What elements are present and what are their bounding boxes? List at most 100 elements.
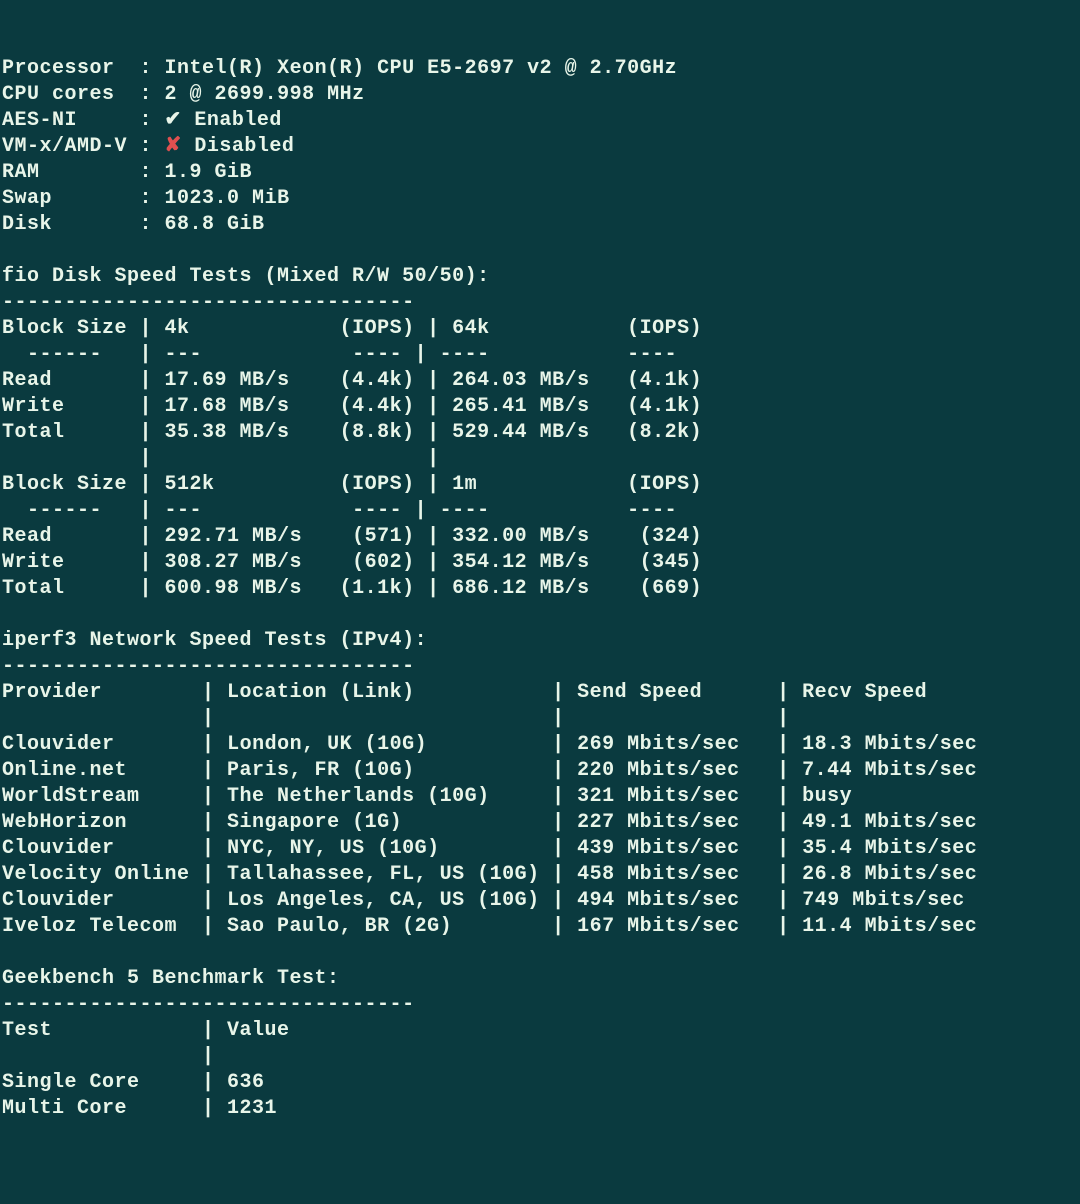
terminal-output: Processor : Intel(R) Xeon(R) CPU E5-2697… [2,56,1078,1122]
fio-hdr-iops3: (IOPS) [340,473,415,496]
fio-read-512k: 292.71 MB/s [165,525,303,548]
iperf-recv: 49.1 Mbits/sec [802,811,977,834]
cores-label: CPU cores [2,83,115,106]
geekbench-dashes: --------------------------------- [2,993,415,1016]
geekbench-title: Geekbench 5 Benchmark Test: [2,967,340,990]
aesni-value: Enabled [194,109,282,132]
fio-total-64k: 529.44 MB/s [452,421,590,444]
fio-write-label2: Write [2,551,65,574]
aesni-label: AES-NI [2,109,77,132]
check-icon: ✔ [165,109,182,132]
iperf-provider: WorldStream [2,785,140,808]
fio-write-label: Write [2,395,65,418]
iperf-dashes: --------------------------------- [2,655,415,678]
fio-total-64k-iops: (8.2k) [627,421,702,444]
iperf-provider: Iveloz Telecom [2,915,177,938]
fio-write-4k-iops: (4.4k) [340,395,415,418]
iperf-location: The Netherlands (10G) [227,785,490,808]
fio-total-label: Total [2,421,65,444]
iperf-hdr-provider: Provider [2,681,102,704]
disk-label: Disk [2,213,52,236]
iperf-send: 458 Mbits/sec [577,863,740,886]
vmx-value: Disabled [194,135,294,158]
swap-label: Swap [2,187,52,210]
iperf-location: Los Angeles, CA, US (10G) [227,889,540,912]
iperf-recv: 7.44 Mbits/sec [802,759,977,782]
fio-hdr-iops1: (IOPS) [340,317,415,340]
fio-total-512k-iops: (1.1k) [340,577,415,600]
fio-read-512k-iops: (571) [352,525,415,548]
vmx-label: VM-x/AMD-V [2,135,127,158]
iperf-provider: Online.net [2,759,127,782]
iperf-row: Online.net | Paris, FR (10G) | 220 Mbits… [2,759,977,782]
iperf-send: 439 Mbits/sec [577,837,740,860]
cross-icon: ✘ [165,135,182,158]
fio-read-1m-iops: (324) [640,525,703,548]
iperf-recv: busy [802,785,852,808]
processor-value: Intel(R) Xeon(R) CPU E5-2697 v2 @ 2.70GH… [165,57,678,80]
fio-hdr-64k: 64k [452,317,490,340]
iperf-send: 220 Mbits/sec [577,759,740,782]
fio-hdr-iops4: (IOPS) [627,473,702,496]
fio-hdr-block: Block Size [2,317,127,340]
fio-read-4k: 17.69 MB/s [165,369,290,392]
iperf-provider: Velocity Online [2,863,190,886]
fio-write-1m: 354.12 MB/s [452,551,590,574]
fio-total-1m-iops: (669) [640,577,703,600]
geekbench-multi-value: 1231 [227,1097,277,1120]
ram-label: RAM [2,161,40,184]
fio-total-4k-iops: (8.8k) [340,421,415,444]
iperf-recv: 35.4 Mbits/sec [802,837,977,860]
iperf-row: Velocity Online | Tallahassee, FL, US (1… [2,863,977,886]
fio-hdr-iops2: (IOPS) [627,317,702,340]
iperf-row: WorldStream | The Netherlands (10G) | 32… [2,785,852,808]
iperf-location: Paris, FR (10G) [227,759,415,782]
iperf-send: 269 Mbits/sec [577,733,740,756]
iperf-row: Clouvider | Los Angeles, CA, US (10G) | … [2,889,965,912]
iperf-row: WebHorizon | Singapore (1G) | 227 Mbits/… [2,811,977,834]
iperf-send: 494 Mbits/sec [577,889,740,912]
iperf-hdr-location: Location (Link) [227,681,415,704]
iperf-provider: WebHorizon [2,811,127,834]
fio-write-512k: 308.27 MB/s [165,551,303,574]
fio-hdr-block2: Block Size [2,473,127,496]
iperf-title: iperf3 Network Speed Tests (IPv4): [2,629,427,652]
iperf-provider: Clouvider [2,889,115,912]
iperf-location: Singapore (1G) [227,811,402,834]
iperf-location: Tallahassee, FL, US (10G) [227,863,540,886]
fio-dash-row: ------ | [2,343,152,366]
fio-total-512k: 600.98 MB/s [165,577,303,600]
fio-total-4k: 35.38 MB/s [165,421,290,444]
iperf-row: Clouvider | London, UK (10G) | 269 Mbits… [2,733,977,756]
fio-read-label2: Read [2,525,52,548]
processor-label: Processor [2,57,115,80]
iperf-send: 321 Mbits/sec [577,785,740,808]
fio-hdr-4k: 4k [165,317,190,340]
iperf-provider: Clouvider [2,837,115,860]
iperf-location: Sao Paulo, BR (2G) [227,915,452,938]
geekbench-single-value: 636 [227,1071,265,1094]
fio-write-1m-iops: (345) [640,551,703,574]
iperf-hdr-send: Send Speed [577,681,702,704]
fio-read-64k-iops: (4.1k) [627,369,702,392]
ram-value: 1.9 GiB [165,161,253,184]
iperf-row: Iveloz Telecom | Sao Paulo, BR (2G) | 16… [2,915,977,938]
iperf-send: 167 Mbits/sec [577,915,740,938]
geekbench-multi-label: Multi Core [2,1097,127,1120]
iperf-provider: Clouvider [2,733,115,756]
fio-dashes: --------------------------------- [2,291,415,314]
iperf-recv: 749 Mbits/sec [802,889,965,912]
cores-value: 2 @ 2699.998 MHz [165,83,365,106]
iperf-location: NYC, NY, US (10G) [227,837,440,860]
geekbench-single-label: Single Core [2,1071,140,1094]
fio-total-1m: 686.12 MB/s [452,577,590,600]
fio-read-label: Read [2,369,52,392]
iperf-row: Clouvider | NYC, NY, US (10G) | 439 Mbit… [2,837,977,860]
fio-read-64k: 264.03 MB/s [452,369,590,392]
fio-total-label2: Total [2,577,65,600]
fio-write-512k-iops: (602) [352,551,415,574]
fio-write-4k: 17.68 MB/s [165,395,290,418]
iperf-recv: 11.4 Mbits/sec [802,915,977,938]
iperf-recv: 18.3 Mbits/sec [802,733,977,756]
fio-hdr-1m: 1m [452,473,477,496]
